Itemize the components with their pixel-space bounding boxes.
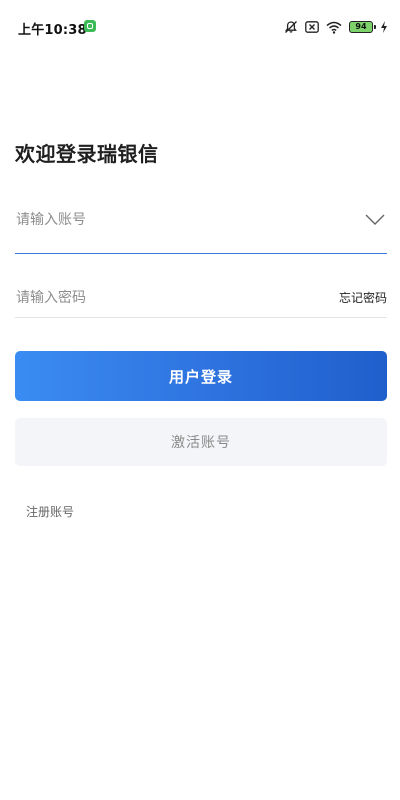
activate-account-button[interactable]: 激活账号	[15, 418, 387, 466]
status-time: 上午10:38	[18, 23, 87, 38]
status-icons: 94	[284, 18, 388, 36]
sim-disabled-icon	[305, 21, 319, 33]
app-notification-icon	[84, 20, 96, 32]
wifi-icon	[326, 21, 342, 34]
password-placeholder: 请输入密码	[16, 290, 86, 306]
account-field[interactable]: 请输入账号	[15, 196, 387, 254]
battery-icon: 94	[349, 21, 376, 33]
status-bar: 上午10:38 94	[0, 0, 400, 56]
mute-alarm-icon	[284, 20, 298, 34]
password-field[interactable]: 请输入密码 忘记密码	[15, 272, 387, 318]
page-title: 欢迎登录瑞银信	[15, 142, 159, 166]
chevron-down-icon[interactable]	[365, 211, 385, 225]
charging-icon	[380, 21, 388, 33]
register-account-link[interactable]: 注册账号	[26, 503, 74, 520]
forgot-password-link[interactable]: 忘记密码	[339, 289, 387, 306]
login-button[interactable]: 用户登录	[15, 351, 387, 401]
account-placeholder: 请输入账号	[16, 212, 86, 228]
